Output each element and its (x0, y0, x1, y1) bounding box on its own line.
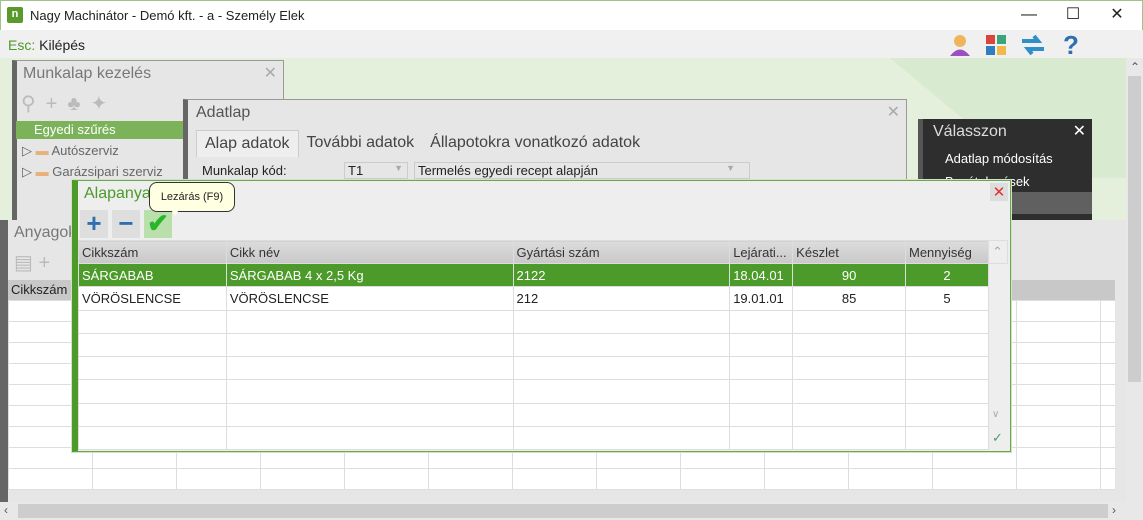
tree-item-garazsipari[interactable]: ▷ ▬ Garázsipari szerviz (22, 164, 163, 180)
exit-button[interactable]: Esc: Kilépés (8, 37, 85, 53)
tab-tovabbi-adatok[interactable]: További adatok (299, 130, 423, 157)
cell: 212 (512, 286, 731, 311)
column-label: Cikkszám (11, 282, 68, 297)
cell: SÁRGABAB (78, 263, 227, 288)
window-title: Nagy Machinátor - Demó kft. - a - Személ… (30, 8, 305, 23)
table-row-empty: ∨ (78, 402, 1009, 427)
cell: 18.04.01 (729, 263, 794, 288)
column-header[interactable]: Készlet (792, 239, 906, 265)
tree-label: Egyedi szűrés (34, 122, 116, 137)
desc-select[interactable]: Termelés egyedi recept alapján ▼ (414, 162, 750, 179)
minimize-button[interactable]: — (1014, 4, 1044, 26)
remove-row-button[interactable]: − (112, 210, 140, 238)
code-value: T1 (348, 163, 364, 178)
user-icon[interactable] (945, 33, 975, 57)
alapanyag-table: Cikkszám Cikk név Gyártási szám Lejárati… (78, 239, 1009, 451)
cell: 2122 (512, 263, 731, 288)
close-icon[interactable]: ✕ (990, 183, 1008, 201)
pin-icon[interactable]: ✦ (90, 93, 117, 115)
tree-label: Garázsipari szerviz (52, 164, 163, 179)
tab-alap-adatok[interactable]: Alap adatok (196, 130, 299, 157)
scrollbar-track[interactable] (987, 286, 1009, 311)
scroll-left-icon[interactable]: ‹ (4, 503, 8, 517)
table-row-empty (78, 356, 1009, 381)
column-header[interactable]: Cikk név (225, 239, 514, 265)
close-icon[interactable]: ✕ (887, 102, 900, 122)
table-row-empty (78, 332, 1009, 358)
tree-icon[interactable]: ♣ (67, 93, 90, 115)
toolbar-icons: ⚲+♣✦ (21, 91, 117, 116)
adatlap-panel: Adatlap ✕ Alap adatok További adatok Áll… (183, 99, 907, 189)
tree-label: Autószerviz (51, 143, 119, 158)
horizontal-scroll-thumb[interactable] (18, 504, 1108, 518)
table-header: Cikkszám Cikk név Gyártási szám Lejárati… (78, 239, 1009, 265)
scroll-up-button[interactable]: ⌃ (987, 239, 1009, 265)
add-row-button[interactable]: + (80, 210, 108, 238)
panel-title: Adatlap (196, 104, 251, 121)
tab-allapot-adatok[interactable]: Állapotokra vonatkozó adatok (422, 130, 648, 157)
app-logo-icon: n (7, 7, 23, 23)
column-header[interactable]: Gyártási szám (512, 239, 731, 265)
scrollbar-track[interactable] (987, 263, 1009, 288)
table-row-empty: ✓ (78, 425, 1009, 451)
desc-value: Termelés egyedi recept alapján (418, 163, 598, 178)
cell[interactable]: 2 (905, 263, 989, 288)
menu-item-adatlap-modositas[interactable]: Adatlap módosítás (945, 151, 1053, 166)
help-icon[interactable]: ? (1056, 32, 1086, 58)
close-lock-button[interactable]: ✔ (144, 210, 172, 238)
panel-title: Munkalap kezelés (23, 65, 152, 82)
table-row[interactable]: SÁRGABAB SÁRGABAB 4 x 2,5 Kg 2122 18.04.… (78, 263, 1009, 288)
column-header[interactable]: Mennyiség (905, 239, 989, 265)
table-row-empty (78, 309, 1009, 334)
document-icon[interactable]: ▤ + (14, 250, 50, 275)
search-icon[interactable]: ⚲ (21, 93, 46, 115)
cell: 19.01.01 (729, 286, 794, 311)
scroll-down-button[interactable]: ∨ (987, 402, 1009, 427)
munkalap-kod-label: Munkalap kód: (202, 163, 287, 178)
close-icon[interactable]: ✕ (1073, 121, 1086, 141)
esc-key-label: Esc: (8, 37, 36, 53)
cell: VÖRÖSLENCSE (225, 286, 514, 311)
cell: VÖRÖSLENCSE (78, 286, 227, 311)
tooltip: Lezárás (F9) (149, 182, 235, 216)
column-header[interactable]: Lejárati... (729, 239, 794, 265)
code-select[interactable]: T1 ▼ (344, 162, 408, 179)
table-row[interactable]: VÖRÖSLENCSE VÖRÖSLENCSE 212 19.01.01 85 … (78, 286, 1009, 311)
cell: 90 (792, 263, 906, 288)
menu-title: Válasszon (933, 123, 1007, 140)
confirm-check-icon[interactable]: ✓ (987, 425, 1009, 451)
add-icon[interactable]: + (46, 93, 68, 115)
switch-icon[interactable] (1018, 33, 1048, 57)
cell: SÁRGABAB 4 x 2,5 Kg (225, 263, 514, 288)
cell[interactable]: 5 (905, 286, 989, 311)
exit-label: Kilépés (39, 37, 86, 53)
maximize-button[interactable]: ☐ (1058, 4, 1088, 26)
tree-item-egyedi-szures[interactable]: Egyedi szűrés (16, 121, 184, 139)
tree-item-autoszerviz[interactable]: ▷ ▬ Autószerviz (22, 143, 119, 159)
column-header[interactable]: Cikkszám (78, 239, 227, 265)
modules-icon[interactable] (982, 33, 1012, 57)
scroll-up-icon[interactable]: ⌃ (1130, 60, 1140, 74)
scroll-right-icon[interactable]: › (1112, 503, 1116, 517)
table-row-empty (78, 379, 1009, 404)
cell: 85 (792, 286, 906, 311)
vertical-scroll-thumb[interactable] (1128, 76, 1141, 382)
close-button[interactable]: ✕ (1102, 4, 1132, 26)
panel-title: Anyagok (14, 224, 77, 241)
close-icon[interactable]: ✕ (264, 63, 277, 83)
